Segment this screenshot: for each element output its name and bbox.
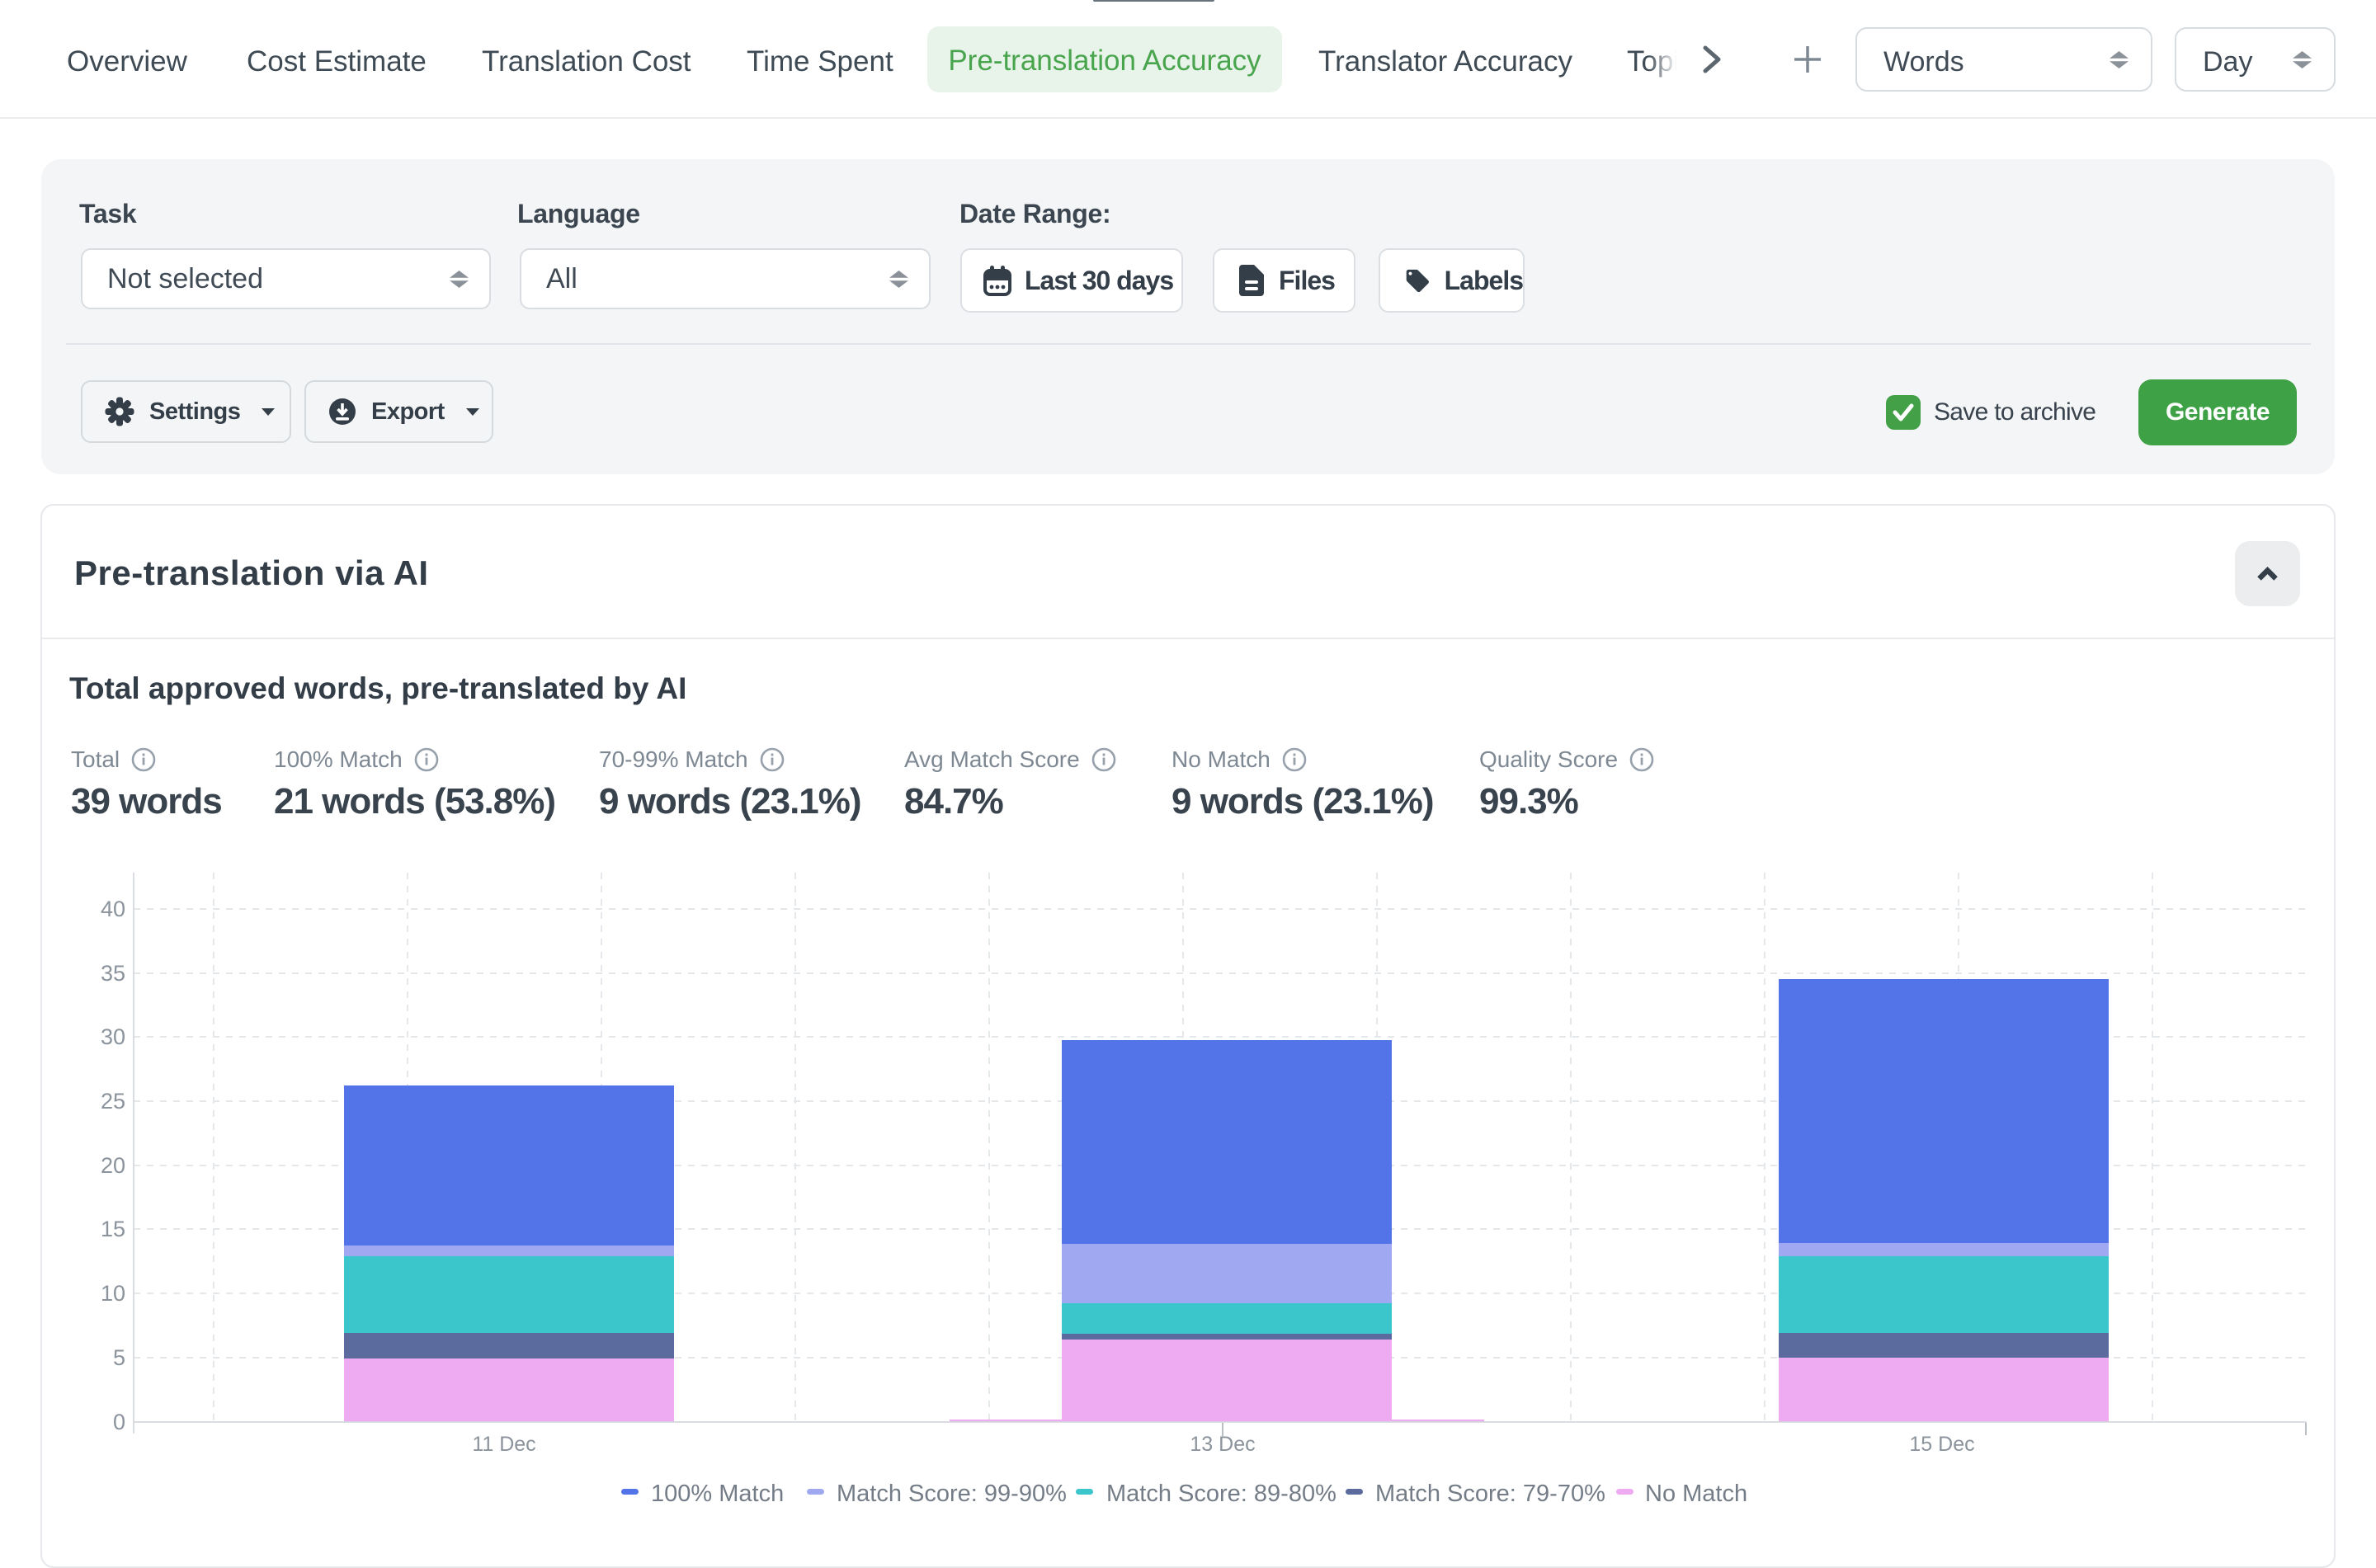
svg-text:100% Match: 100% Match [651,1481,784,1507]
svg-text:Match Score: 79-70%: Match Score: 79-70% [1375,1481,1605,1507]
svg-text:11 Dec: 11 Dec [472,1433,535,1456]
svg-text:35: 35 [101,961,125,986]
svg-text:10: 10 [101,1281,125,1306]
svg-text:15 Dec: 15 Dec [1909,1433,1974,1456]
svg-text:30: 30 [101,1024,125,1049]
svg-text:Match Score: 99-90%: Match Score: 99-90% [837,1481,1067,1507]
svg-text:0: 0 [113,1410,125,1434]
svg-text:40: 40 [101,897,125,921]
svg-text:25: 25 [101,1089,125,1114]
svg-text:5: 5 [113,1345,125,1370]
svg-text:15: 15 [101,1217,125,1241]
svg-text:No Match: No Match [1645,1481,1747,1507]
svg-text:20: 20 [101,1153,125,1178]
svg-text:Match Score: 89-80%: Match Score: 89-80% [1106,1481,1336,1507]
